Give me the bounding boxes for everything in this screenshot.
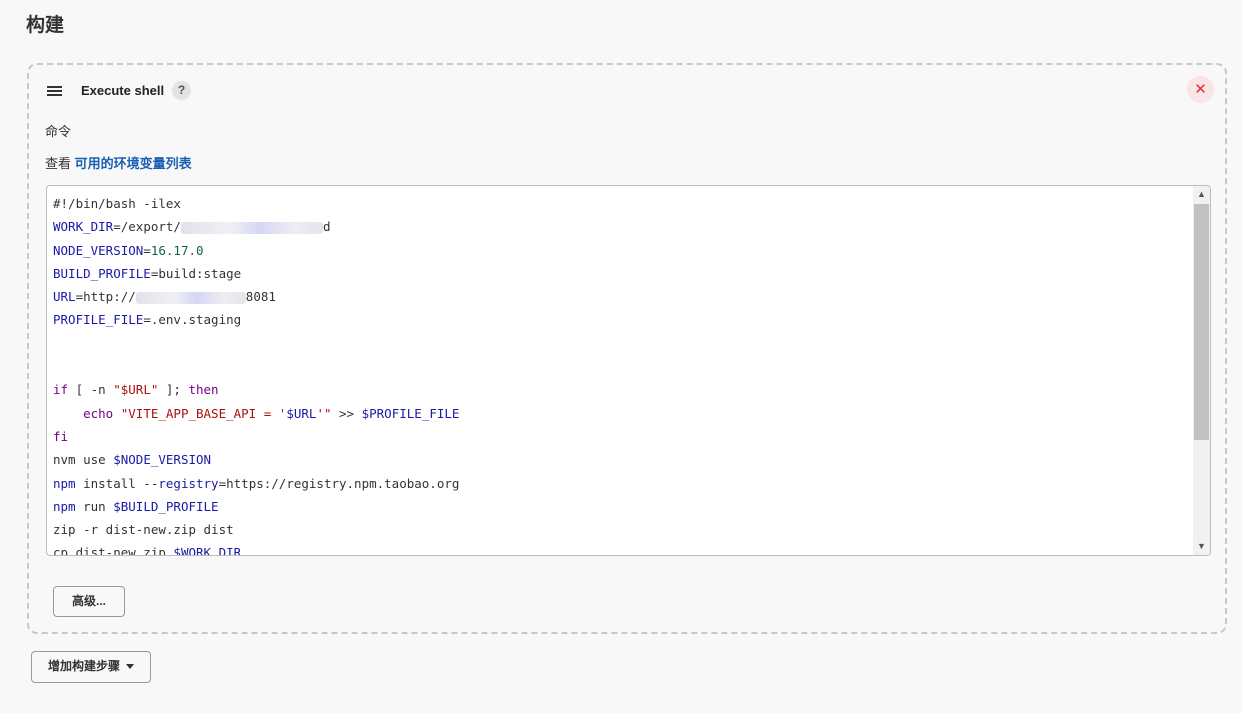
- drag-handle-icon[interactable]: [47, 86, 62, 96]
- code-line: npm install --registry=https://registry.…: [53, 475, 460, 491]
- code-line: WORK_DIR=/export/d: [53, 219, 331, 235]
- command-label: 命令: [45, 124, 72, 139]
- dropdown-caret-icon: [126, 664, 134, 670]
- code-line: echo "VITE_APP_BASE_API = '$URL'" >> $PR…: [83, 405, 460, 421]
- env-vars-prefix: 查看: [45, 156, 72, 171]
- code-line: if [ -n "$URL" ]; then: [53, 382, 219, 398]
- code-line: zip -r dist-new.zip dist: [53, 522, 234, 538]
- vertical-scrollbar[interactable]: ▲ ▼: [1193, 186, 1210, 555]
- scroll-thumb[interactable]: [1194, 204, 1209, 440]
- code-line: NODE_VERSION=16.17.0: [53, 242, 204, 258]
- advanced-button[interactable]: 高级...: [53, 586, 125, 617]
- code-line: BUILD_PROFILE=build:stage: [53, 265, 242, 281]
- code-line: cp dist-new.zip $WORK_DIR: [53, 545, 242, 556]
- scroll-down-arrow-icon[interactable]: ▼: [1193, 538, 1210, 555]
- code-line: fi: [53, 428, 69, 444]
- help-icon[interactable]: ?: [172, 81, 191, 100]
- step-title: Execute shell: [81, 83, 165, 98]
- code-line: URL=http://8081: [53, 289, 276, 305]
- command-textarea[interactable]: #!/bin/bash -ilex WORK_DIR=/export/d NOD…: [46, 185, 1211, 556]
- code-line: #!/bin/bash -ilex: [53, 196, 181, 211]
- add-build-step-label: 增加构建步骤: [47, 659, 120, 673]
- code-line: PROFILE_FILE=.env.staging: [53, 312, 242, 328]
- code-line: npm run $BUILD_PROFILE: [53, 498, 219, 514]
- execute-shell-step-panel: Execute shell ? ✕ 命令 查看 可用的环境变量列表 #!/bin…: [27, 63, 1227, 634]
- env-vars-link[interactable]: 可用的环境变量列表: [75, 156, 192, 171]
- add-build-step-button[interactable]: 增加构建步骤: [31, 651, 151, 683]
- env-vars-line: 查看 可用的环境变量列表: [45, 153, 192, 172]
- section-title: 构建: [26, 15, 65, 36]
- scroll-up-arrow-icon[interactable]: ▲: [1193, 186, 1210, 203]
- delete-step-button[interactable]: ✕: [1187, 76, 1214, 103]
- code-line: nvm use $NODE_VERSION: [53, 452, 212, 468]
- code-content: #!/bin/bash -ilex WORK_DIR=/export/d NOD…: [53, 192, 1190, 556]
- redacted-blur: [135, 291, 246, 304]
- redacted-blur: [180, 221, 323, 234]
